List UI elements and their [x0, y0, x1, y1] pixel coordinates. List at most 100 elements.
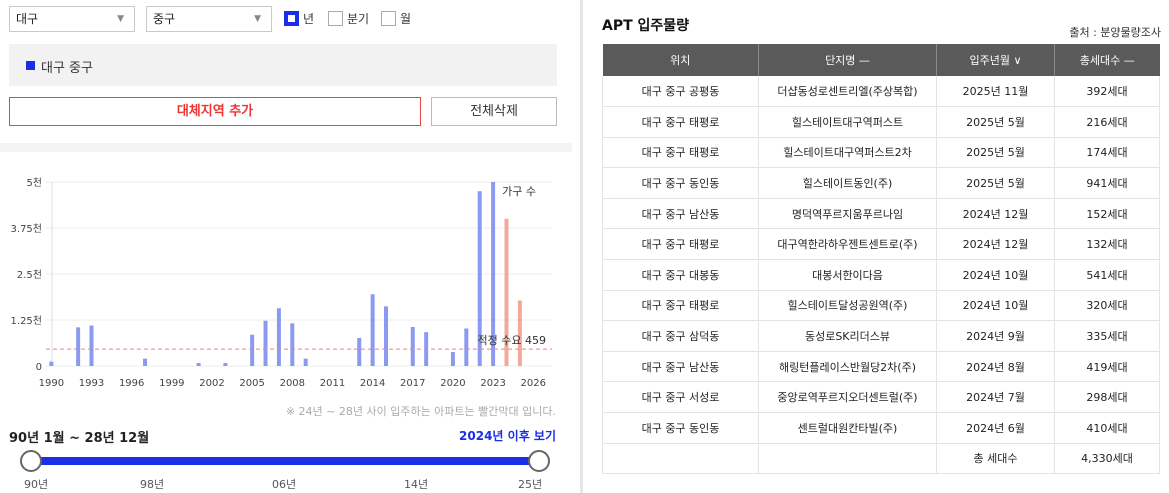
- cell-move-in-date: 2024년 6월: [936, 412, 1055, 444]
- bar: [276, 308, 281, 366]
- after-2024-link[interactable]: 2024년 이후 보기: [459, 427, 556, 444]
- cell-move-in-date: 2024년 10월: [936, 290, 1055, 322]
- city-select[interactable]: 대구 ▼: [9, 6, 135, 32]
- cell-households: 216세대: [1054, 106, 1160, 138]
- table-row[interactable]: 대구 중구 태평로 힐스테이트대구역퍼스트2차 2025년 5월 174세대: [602, 137, 1160, 169]
- table-header-row: 위치 단지명 — 입주년월 ∨ 총세대수 —: [602, 44, 1160, 76]
- table-row[interactable]: 대구 중구 공평동 더샵동성로센트리엘(주상복합) 2025년 11월 392세대: [602, 76, 1160, 108]
- x-tick-label: 2020: [440, 378, 465, 389]
- period-month-checkbox[interactable]: [381, 11, 396, 26]
- left-panel: 대구 ▼ 중구 ▼ 년 분기 월 대구 중구 대체지역 추가 전체삭제 5천 3.…: [0, 0, 572, 493]
- delete-all-button[interactable]: 전체삭제: [431, 97, 557, 126]
- cell-location: 대구 중구 삼덕동: [602, 320, 759, 352]
- cell-move-in-date: 2024년 12월: [936, 198, 1055, 230]
- slider-tick: 90년: [24, 478, 49, 491]
- cell-location: 대구 중구 태평로: [602, 106, 759, 138]
- selected-region-box: 대구 중구: [9, 44, 557, 86]
- y-tick-label: 5천: [26, 177, 42, 189]
- period-quarter-checkbox[interactable]: [328, 11, 343, 26]
- col-complex-name[interactable]: 단지명 —: [758, 44, 937, 76]
- cell-complex-name: 힐스테이트대구역퍼스트2차: [758, 137, 937, 169]
- cell-move-in-date: 2024년 8월: [936, 351, 1055, 383]
- cell-households: 941세대: [1054, 167, 1160, 199]
- slider-track: [30, 457, 540, 465]
- bar: [196, 363, 201, 366]
- y-tick-label: 3.75천: [11, 223, 42, 235]
- y-tick-label: 2.5천: [17, 269, 42, 281]
- col-move-in-date[interactable]: 입주년월 ∨: [936, 44, 1055, 76]
- y-tick-label: 1.25천: [11, 315, 42, 327]
- bar: [263, 320, 268, 366]
- cell-complex-name: 해링턴플레이스반월당2차(주): [758, 351, 937, 383]
- x-tick-label: 2002: [199, 378, 224, 389]
- range-slider[interactable]: [20, 450, 550, 472]
- slider-tick: 14년: [404, 478, 429, 491]
- cell-move-in-date: 2024년 9월: [936, 320, 1055, 352]
- cell-move-in-date: 2025년 5월: [936, 137, 1055, 169]
- bar: [290, 323, 295, 366]
- period-year-checkbox[interactable]: [284, 11, 299, 26]
- period-year-label: 년: [303, 12, 315, 26]
- cell-complex-name: 명덕역푸르지움푸르나임: [758, 198, 937, 230]
- period-quarter-label: 분기: [347, 12, 370, 26]
- cell-move-in-date: 2025년 5월: [936, 106, 1055, 138]
- range-label: 90년 1월 ~ 28년 12월: [9, 431, 150, 446]
- cell-location: 대구 중구 태평로: [602, 228, 759, 261]
- y-tick-label: 0: [36, 362, 42, 373]
- cell-households: 320세대: [1054, 290, 1160, 322]
- cell-households: 174세대: [1054, 137, 1160, 169]
- cell-complex-name: 대구역한라하우젠트센트로(주): [758, 228, 937, 261]
- cell-households: 298세대: [1054, 381, 1160, 414]
- table-row[interactable]: 대구 중구 동인동 센트럴대원칸타빌(주) 2024년 6월 410세대: [602, 412, 1160, 444]
- cell-households: 541세대: [1054, 259, 1160, 291]
- table-row[interactable]: 대구 중구 남산동 명덕역푸르지움푸르나임 2024년 12월 152세대: [602, 198, 1160, 230]
- apt-title: APT 입주물량: [602, 18, 690, 34]
- add-region-button[interactable]: 대체지역 추가: [9, 97, 421, 126]
- table-row[interactable]: 대구 중구 남산동 해링턴플레이스반월당2차(주) 2024년 8월 419세대: [602, 351, 1160, 383]
- slider-tick: 06년: [272, 478, 297, 491]
- chart-legend: 가구 수: [502, 185, 536, 198]
- district-select[interactable]: 중구 ▼: [146, 6, 272, 32]
- x-tick-label: 1990: [39, 378, 64, 389]
- cell-location: 대구 중구 남산동: [602, 351, 759, 383]
- slider-tick: 25년: [518, 478, 543, 491]
- cell-complex-name: 동성로SK리더스뷰: [758, 320, 937, 352]
- table-row[interactable]: 대구 중구 태평로 힐스테이트달성공원역(주) 2024년 10월 320세대: [602, 290, 1160, 322]
- x-tick-label: 2023: [480, 378, 505, 389]
- bar: [143, 358, 148, 366]
- section-divider: [0, 143, 572, 152]
- table-row[interactable]: 대구 중구 동인동 힐스테이트동인(주) 2025년 5월 941세대: [602, 167, 1160, 199]
- cell-complex-name: 힐스테이트달성공원역(주): [758, 290, 937, 322]
- table-row[interactable]: 대구 중구 태평로 대구역한라하우젠트센트로(주) 2024년 12월 132세대: [602, 228, 1160, 261]
- apt-table: 위치 단지명 — 입주년월 ∨ 총세대수 — 대구 중구 공평동 더샵동성로센트리…: [602, 44, 1160, 475]
- cell-move-in-date: 2024년 12월: [936, 228, 1055, 261]
- cell-location: 대구 중구 서성로: [602, 381, 759, 414]
- cell-households: 152세대: [1054, 198, 1160, 230]
- x-tick-label: 1996: [119, 378, 144, 389]
- cell-households: 410세대: [1054, 412, 1160, 444]
- bar: [357, 338, 362, 366]
- reference-line-label: 적정 수요 459: [478, 334, 546, 347]
- bar: [464, 328, 469, 366]
- city-select-value: 대구: [16, 12, 39, 26]
- table-row[interactable]: 대구 중구 태평로 힐스테이트대구역퍼스트 2025년 5월 216세대: [602, 106, 1160, 138]
- cell-households: 419세대: [1054, 351, 1160, 383]
- col-total-households[interactable]: 총세대수 —: [1054, 44, 1160, 76]
- table-row[interactable]: 대구 중구 대봉동 대봉서한이다음 2024년 10월 541세대: [602, 259, 1160, 291]
- supply-bar-chart: 5천 3.75천 2.5천 1.25천 0 1990 1993 1996 1999 2002 200…: [11, 177, 552, 389]
- cell-location: 대구 중구 대봉동: [602, 259, 759, 291]
- bar: [89, 325, 94, 366]
- bar: [450, 352, 455, 366]
- cell-empty: [602, 443, 759, 475]
- slider-end-handle[interactable]: [528, 450, 550, 472]
- table-row[interactable]: 대구 중구 삼덕동 동성로SK리더스뷰 2024년 9월 335세대: [602, 320, 1160, 352]
- col-location[interactable]: 위치: [602, 44, 759, 76]
- region-tag: 대구 중구: [41, 61, 93, 76]
- x-tick-label: 2017: [400, 378, 425, 389]
- panel-separator: [580, 0, 583, 493]
- x-tick-label: 2026: [521, 378, 546, 389]
- district-select-value: 중구: [153, 12, 176, 26]
- slider-start-handle[interactable]: [20, 450, 42, 472]
- table-total-row: 총 세대수 4,330세대: [602, 443, 1160, 475]
- table-row[interactable]: 대구 중구 서성로 중앙로역푸르지오더센트럴(주) 2024년 7월 298세대: [602, 381, 1160, 414]
